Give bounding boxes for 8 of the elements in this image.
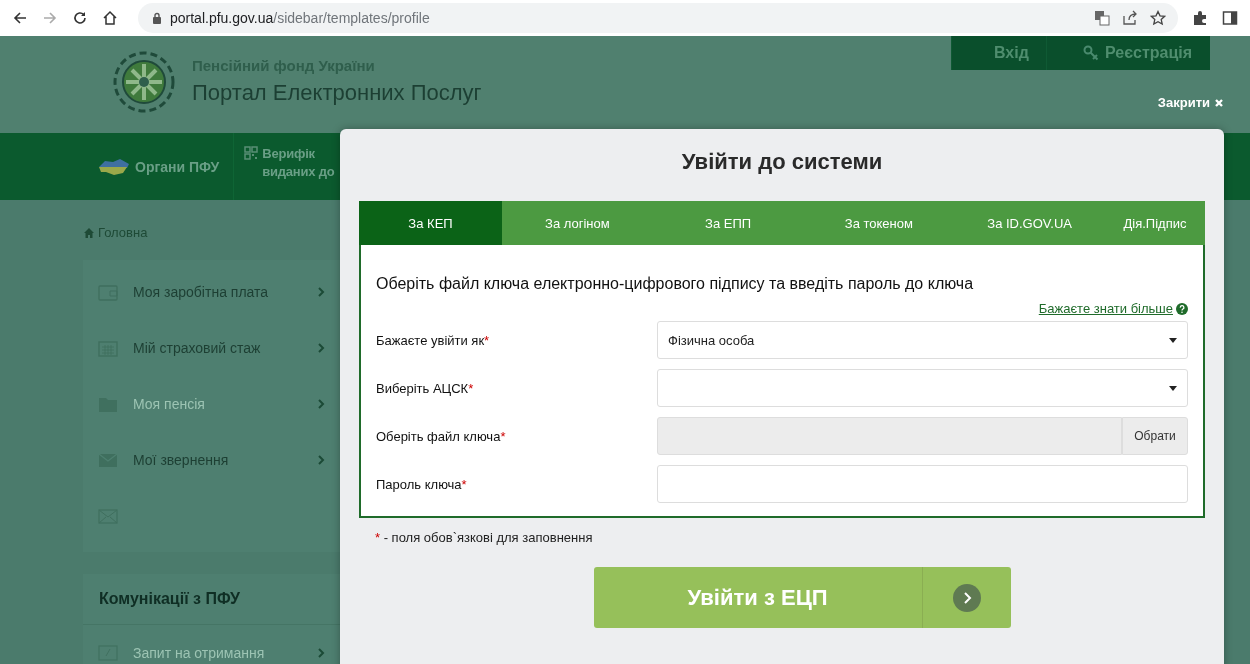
field-label: Бажаєте увійти як*: [376, 332, 491, 348]
portal-title: Портал Електронних Послуг: [192, 80, 482, 106]
required-note: * - поля обов`язкові для заповнення: [374, 529, 594, 545]
dialog-title: Увійти до системи: [680, 148, 884, 176]
field-label: Оберіть файл ключа*: [376, 428, 507, 444]
field-label: Виберіть АЦСК*: [376, 380, 475, 396]
instruction-text: Оберіть файл ключа електронно-цифрового підпису та введіть пароль до ключа: [376, 275, 975, 293]
field-label: Пароль ключа*: [376, 476, 468, 492]
